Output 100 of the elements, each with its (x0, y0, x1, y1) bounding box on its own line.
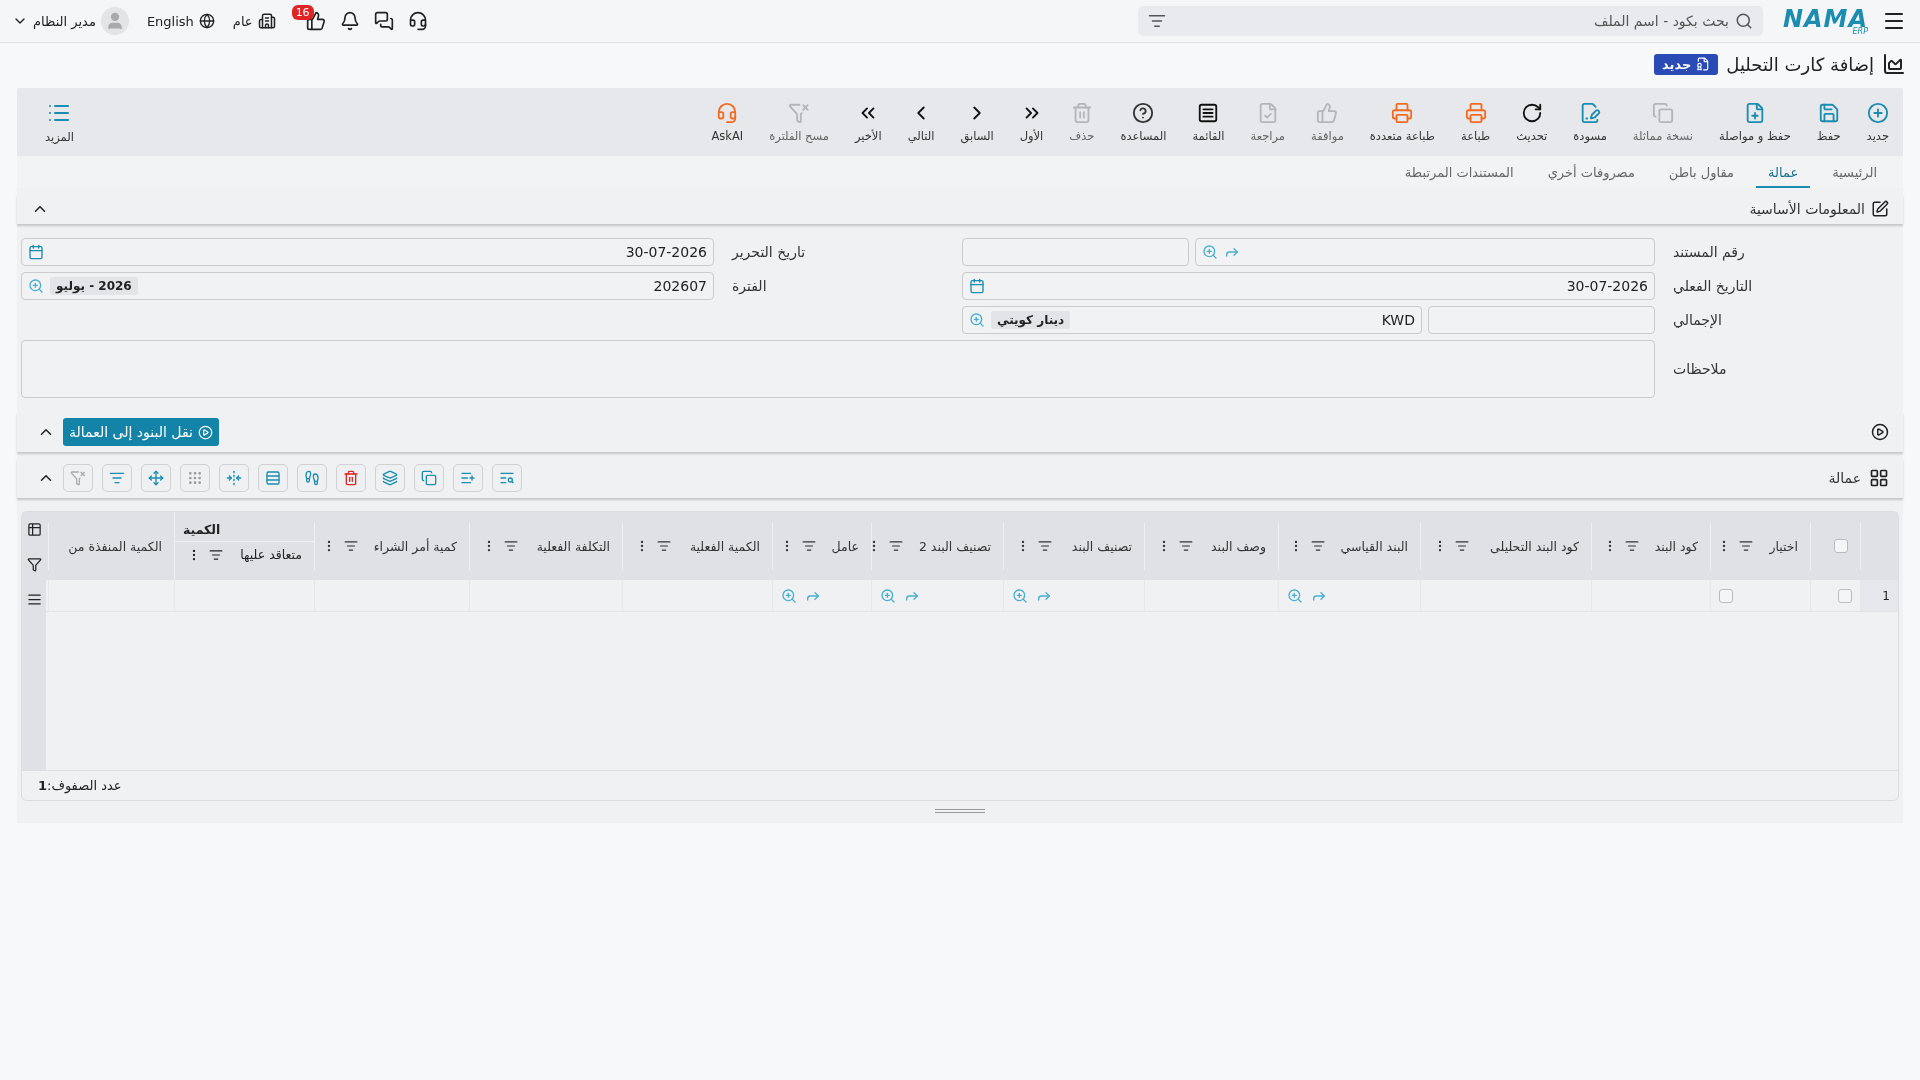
language-button[interactable]: English (144, 11, 217, 31)
fold-icon (226, 470, 242, 486)
filter-off-icon (70, 470, 86, 486)
tab[interactable]: مصروفات أخري (1535, 161, 1647, 188)
copy-icon (1651, 101, 1674, 124)
tab[interactable]: عمالة (1756, 161, 1811, 188)
row-checkbox[interactable] (1838, 588, 1852, 603)
filter-icon[interactable] (26, 557, 42, 572)
checkbox[interactable] (1834, 539, 1848, 553)
printer-icon (1391, 101, 1414, 124)
file-pen-icon (1579, 101, 1602, 124)
field-label: التاريخ الفعلي (1673, 278, 1753, 294)
field-label: رقم المستند (1673, 244, 1745, 260)
text-search-icon (499, 470, 515, 486)
toolbar-button[interactable]: حفظ و مواصلة (1713, 97, 1797, 147)
messages-icon[interactable] (373, 11, 394, 31)
grid-icon (1869, 468, 1889, 488)
filter-icon[interactable] (1179, 539, 1193, 553)
help-icon (1132, 101, 1155, 124)
input-field[interactable] (1428, 306, 1655, 334)
filter-icon[interactable] (1739, 539, 1754, 553)
toolbar-button[interactable]: المساعدة (1114, 97, 1173, 147)
grid-tool-button[interactable] (336, 464, 366, 492)
filter-icon[interactable] (1455, 539, 1469, 553)
search-field[interactable]: بحث بكود - اسم الملف (1137, 6, 1763, 36)
calendar-icon[interactable] (969, 278, 985, 294)
list-plus-icon (460, 470, 476, 486)
column-header: البند القياسي (1340, 538, 1408, 554)
toolbar-button[interactable]: تحديث (1510, 97, 1554, 147)
toolbar-button[interactable]: الأول (1013, 97, 1050, 147)
filter-icon[interactable] (657, 539, 671, 553)
play-icon (197, 424, 213, 440)
avatar (100, 7, 129, 35)
filter-icon[interactable] (1038, 539, 1052, 553)
column-header: تصنيف البند 2 (918, 538, 991, 554)
page-title: إضافة كارت التحليل (1726, 53, 1874, 75)
toolbar-button[interactable]: طباعة (1455, 97, 1497, 147)
branch-button[interactable]: عام (230, 10, 278, 32)
toolbar-button[interactable]: AskAI (705, 97, 750, 147)
section-title: عمالة (1828, 470, 1861, 486)
toolbar-button[interactable]: التالي (901, 97, 941, 147)
filter-icon[interactable] (1147, 12, 1166, 30)
column-header: التكلفة الفعلية (536, 538, 610, 554)
field-label: الفترة (732, 278, 767, 294)
file-icon (1696, 57, 1711, 71)
globe-icon (198, 13, 215, 29)
calendar-icon[interactable] (28, 244, 44, 260)
grid-tool-button[interactable] (102, 464, 132, 492)
period-chip: 2026 - يوليو (50, 277, 138, 295)
notification-badge: 16 (291, 5, 314, 20)
field-label: ملاحظات (1673, 361, 1727, 377)
filter-icon[interactable] (1310, 539, 1325, 553)
grid-tool-button[interactable] (141, 464, 171, 492)
rows-icon (265, 470, 281, 486)
toolbar-button[interactable]: السابق (954, 97, 1000, 147)
grip-icon (187, 470, 203, 486)
input-field[interactable] (962, 238, 1189, 266)
toolbar-button[interactable]: القائمة (1186, 97, 1231, 147)
filter-icon[interactable] (343, 539, 358, 553)
field-label: الإجمالي (1673, 312, 1722, 328)
row-number: 1 (1860, 580, 1898, 611)
toolbar-button[interactable]: حفظ (1810, 97, 1847, 147)
toolbar-button[interactable]: جديد (1860, 97, 1895, 147)
resize-handle[interactable] (935, 809, 985, 813)
chart-icon (1882, 52, 1906, 76)
play-icon[interactable] (1871, 423, 1889, 441)
columns-icon[interactable] (26, 522, 42, 537)
date-field[interactable]: 30-07-2026 (21, 238, 714, 266)
toolbar-button[interactable]: طباعة متعددة (1363, 97, 1441, 147)
checkbox[interactable] (1719, 588, 1733, 603)
section-title: المعلومات الأساسية (1749, 201, 1865, 217)
filter-off-icon (788, 101, 811, 124)
list-icon (1197, 101, 1220, 124)
filter-icon[interactable] (801, 539, 816, 553)
user-menu[interactable]: مدير النظام (10, 5, 131, 37)
grid-tool-button[interactable] (492, 464, 522, 492)
filter-icon[interactable] (888, 539, 903, 553)
grid-tool-button[interactable] (258, 464, 288, 492)
bell-icon[interactable] (339, 11, 360, 31)
tab[interactable]: الرئيسية (1820, 161, 1889, 188)
more-button[interactable]: المزيد (39, 96, 80, 148)
tab[interactable]: المستندات المرتبطة (1392, 161, 1526, 188)
grid-tool-button[interactable] (453, 464, 483, 492)
tab[interactable]: مقاول باطن (1656, 161, 1747, 188)
filter-icon[interactable] (1624, 539, 1639, 553)
ai-headset-icon[interactable] (407, 11, 428, 31)
column-header: اختيار (1769, 538, 1798, 554)
notes-field[interactable] (21, 340, 1655, 398)
grid-tool-button[interactable] (375, 464, 405, 492)
grid-tool-button[interactable] (414, 464, 444, 492)
toolbar-button[interactable]: الأخير (848, 97, 888, 147)
column-header: عامل (831, 538, 859, 554)
filter-icon[interactable] (504, 539, 518, 553)
printer-icon (1464, 101, 1487, 124)
date-field[interactable]: 30-07-2026 (962, 272, 1655, 300)
menu-icon[interactable] (26, 592, 42, 607)
toolbar-button[interactable]: مسودة (1567, 97, 1613, 147)
filter-icon[interactable] (209, 547, 223, 562)
transfer-button[interactable]: نقل البنود إلى العمالة (63, 418, 219, 446)
grid-tool-button[interactable] (297, 464, 327, 492)
